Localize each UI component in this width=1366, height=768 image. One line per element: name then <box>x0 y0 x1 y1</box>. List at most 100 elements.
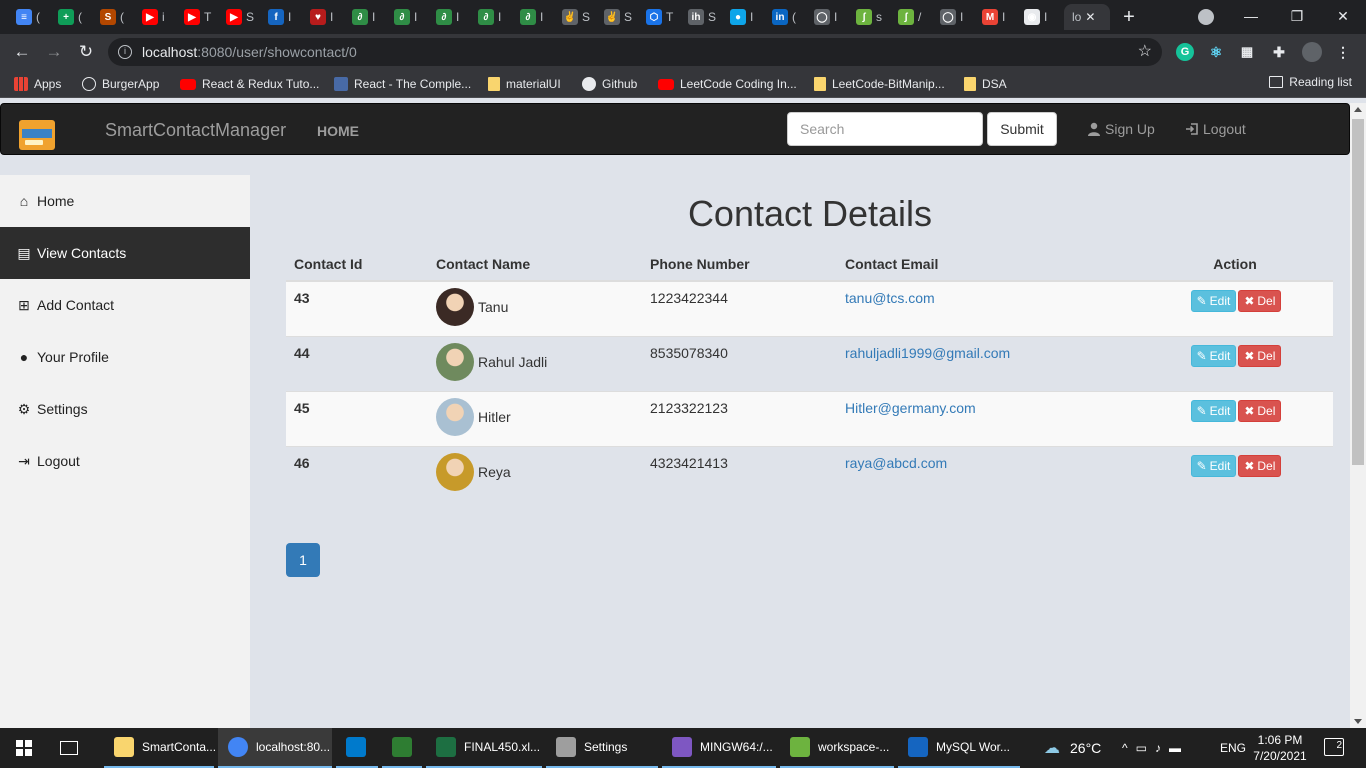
brand-name[interactable]: SmartContactManager <box>105 120 286 141</box>
sheets-extension-icon[interactable]: ▦ <box>1238 43 1256 61</box>
bookmark-item[interactable]: Github <box>582 75 637 93</box>
browser-menu-icon[interactable]: ⋮ <box>1334 43 1352 61</box>
taskbar-app[interactable] <box>382 728 422 768</box>
task-view-button[interactable] <box>52 728 78 768</box>
sidebar-item-home[interactable]: ⌂ Home <box>0 175 250 227</box>
nav-home-link[interactable]: HOME <box>317 123 359 139</box>
browser-tab-active[interactable]: lo ✕ <box>1064 4 1110 30</box>
browser-tab[interactable]: +( <box>50 4 90 30</box>
site-info-icon[interactable]: i <box>118 45 132 59</box>
browser-tab[interactable]: ● I <box>722 4 762 30</box>
edit-button[interactable]: ✎ Edit <box>1190 344 1237 367</box>
reading-list-button[interactable]: Reading list <box>1269 75 1352 89</box>
scroll-up-icon[interactable] <box>1354 107 1362 112</box>
grammarly-extension-icon[interactable]: G <box>1176 43 1194 61</box>
delete-button[interactable]: ✖ Del <box>1238 290 1282 312</box>
contact-email-link[interactable]: rahuljadli1999@gmail.com <box>845 345 1010 361</box>
bookmark-item[interactable]: React & Redux Tuto... <box>180 75 319 93</box>
window-close-button[interactable]: ✕ <box>1320 4 1366 28</box>
browser-tab[interactable]: ▶ T <box>176 4 216 30</box>
system-tray[interactable]: ^ ▭ ♪ ▬ <box>1122 728 1181 768</box>
pagination-page-1[interactable]: 1 <box>286 543 320 577</box>
delete-button[interactable]: ✖ Del <box>1238 399 1282 422</box>
taskbar-app[interactable]: MySQL Wor... <box>898 728 1020 768</box>
browser-tab[interactable]: ✌ S <box>596 4 636 30</box>
volume-icon[interactable]: ♪ <box>1155 741 1161 755</box>
taskbar-app[interactable]: Settings <box>546 728 658 768</box>
sidebar-item-add-contact[interactable]: ⊞ Add Contact <box>0 279 250 331</box>
clock[interactable]: 1:06 PM 7/20/2021 <box>1252 732 1308 764</box>
browser-tab[interactable]: ∂ I <box>344 4 384 30</box>
contact-email-link[interactable]: raya@abcd.com <box>845 455 947 471</box>
browser-tab[interactable]: ʃ / <box>890 4 930 30</box>
window-maximize-button[interactable]: ❐ <box>1274 4 1320 28</box>
bookmark-item[interactable]: DSA <box>964 75 1007 93</box>
browser-tab[interactable]: MI <box>974 4 1014 30</box>
logout-link[interactable]: Logout <box>1185 121 1246 137</box>
taskbar-app[interactable] <box>336 728 378 768</box>
back-button[interactable]: ← <box>10 40 34 64</box>
edit-button[interactable]: ✎ Edit <box>1190 290 1237 312</box>
window-minimize-button[interactable]: — <box>1228 4 1274 28</box>
browser-tab[interactable]: ≡( <box>8 4 48 30</box>
network-icon[interactable]: ▭ <box>1136 741 1147 755</box>
browser-tab[interactable]: ▶ S <box>218 4 258 30</box>
bookmark-item[interactable]: LeetCode Coding In... <box>658 75 797 93</box>
taskbar-app[interactable]: MINGW64:/... <box>662 728 776 768</box>
bookmark-item[interactable]: Apps <box>14 75 61 93</box>
delete-button[interactable]: ✖ Del <box>1238 454 1282 477</box>
browser-tab[interactable]: ∂ I <box>470 4 510 30</box>
reload-button[interactable]: ↻ <box>74 40 98 64</box>
tab-close-icon[interactable]: ✕ <box>1085 10 1095 24</box>
browser-tab[interactable]: ◯ I <box>932 4 972 30</box>
taskbar-app[interactable]: workspace-... <box>780 728 894 768</box>
contact-email-link[interactable]: Hitler@germany.com <box>845 400 976 416</box>
browser-tab[interactable]: ⬡ T <box>638 4 678 30</box>
edit-button[interactable]: ✎ Edit <box>1190 454 1237 477</box>
tray-chevron-icon[interactable]: ^ <box>1122 741 1128 755</box>
browser-tab[interactable]: ▶ i <box>134 4 174 30</box>
sidebar-item-your-profile[interactable]: ● Your Profile <box>0 331 250 383</box>
browser-tab[interactable]: ∂ I <box>512 4 552 30</box>
sidebar-item-view-contacts[interactable]: ▤ View Contacts <box>0 227 250 279</box>
browser-tab[interactable]: ✌ S <box>554 4 594 30</box>
browser-tab[interactable]: ∂ I <box>428 4 468 30</box>
taskbar-app[interactable]: SmartConta... <box>104 728 216 768</box>
edit-button[interactable]: ✎ Edit <box>1190 399 1237 422</box>
browser-tab[interactable]: ʃs <box>848 4 888 30</box>
contact-email-link[interactable]: tanu@tcs.com <box>845 290 935 306</box>
language-indicator[interactable]: ENG <box>1220 728 1246 768</box>
windows-start-icon[interactable] <box>16 740 32 756</box>
scroll-down-icon[interactable] <box>1354 719 1362 724</box>
signup-link[interactable]: Sign Up <box>1087 121 1155 137</box>
extensions-puzzle-icon[interactable]: ✚ <box>1270 43 1288 61</box>
bookmark-item[interactable]: materialUI <box>488 75 561 93</box>
browser-tab[interactable]: ∂ I <box>386 4 426 30</box>
browser-tab[interactable]: fI <box>260 4 300 30</box>
bookmark-item[interactable]: BurgerApp <box>82 75 159 93</box>
profile-avatar[interactable] <box>1302 42 1322 62</box>
battery-icon[interactable]: ▬ <box>1169 741 1181 755</box>
bookmark-item[interactable]: React - The Comple... <box>334 75 471 93</box>
sidebar-item-logout[interactable]: ⇥ Logout <box>0 435 250 487</box>
browser-tab[interactable]: ◉I <box>1016 4 1056 30</box>
tab-search-icon[interactable] <box>1198 9 1214 25</box>
notification-center-icon[interactable]: 2 <box>1324 738 1344 756</box>
react-devtools-extension-icon[interactable]: ⚛ <box>1207 43 1225 61</box>
address-bar[interactable]: i localhost:8080/user/showcontact/0 ☆ <box>108 38 1162 66</box>
bookmark-star-icon[interactable]: ☆ <box>1138 38 1152 66</box>
browser-tab[interactable]: ◯ I <box>806 4 846 30</box>
scrollbar-thumb[interactable] <box>1352 119 1364 465</box>
page-scrollbar[interactable] <box>1350 103 1366 728</box>
weather-widget[interactable]: ☁ 26°C <box>1044 728 1101 768</box>
brand-logo-icon[interactable] <box>19 120 55 150</box>
new-tab-button[interactable]: + <box>1118 6 1140 28</box>
delete-button[interactable]: ✖ Del <box>1238 344 1282 367</box>
browser-tab[interactable]: ih S <box>680 4 720 30</box>
search-input[interactable] <box>787 112 983 146</box>
submit-button[interactable]: Submit <box>987 112 1057 146</box>
bookmark-item[interactable]: LeetCode-BitManip... <box>814 75 945 93</box>
browser-tab[interactable]: ♥ I <box>302 4 342 30</box>
taskbar-app[interactable]: localhost:80... <box>218 728 332 768</box>
sidebar-item-settings[interactable]: ⚙ Settings <box>0 383 250 435</box>
